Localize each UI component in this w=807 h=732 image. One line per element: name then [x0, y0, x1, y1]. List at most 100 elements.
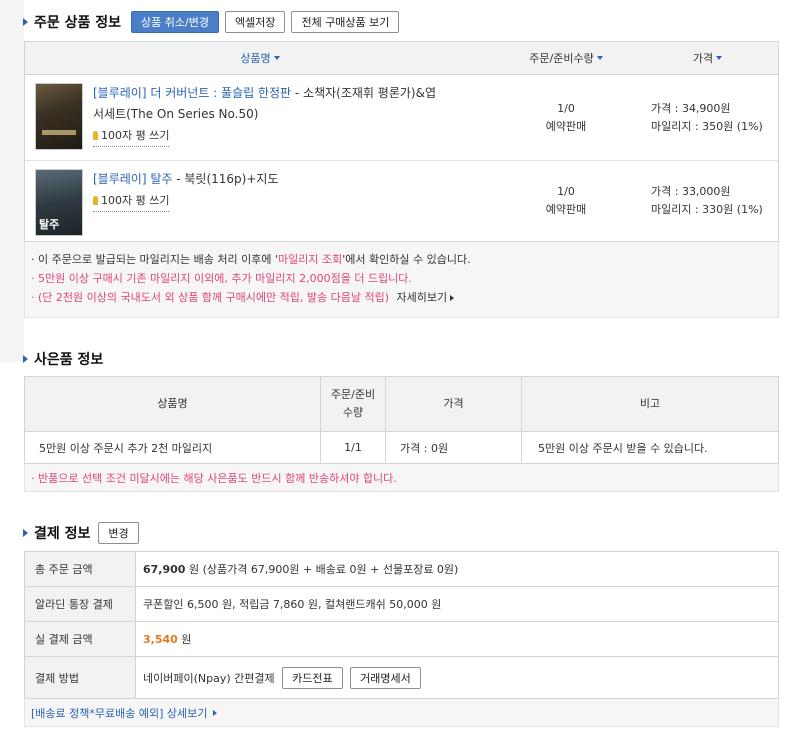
order-section-header: 주문 상품 정보 상품 취소/변경 엑셀저장 전체 구매상품 보기 — [23, 7, 779, 37]
qty-cell: 1/0 예약판매 — [495, 161, 637, 241]
payment-row-actual: 실 결제 금액 3,540 원 — [24, 621, 779, 657]
price-value: 가격 : 33,000원 — [651, 185, 731, 198]
total-amount: 67,900 — [143, 563, 186, 576]
price-value: 가격 : 34,900원 — [651, 101, 731, 115]
review-label: 100자 평 쓰기 — [101, 194, 170, 207]
header-price: 가격 — [692, 52, 714, 65]
gift-table: 상품명 주문/준비수량 가격 비고 5만원 이상 주문시 추가 2천 마일리지 … — [24, 376, 779, 464]
order-items-table: 상품명 주문/준비수량 가격 [블루레이] 더 커버넌트 : 풀슬립 한정판 -… — [24, 41, 779, 242]
header-qty: 주문/준비수량 — [320, 376, 386, 432]
header-note: 비고 — [521, 376, 779, 432]
payment-change-button[interactable]: 변경 — [98, 522, 139, 544]
total-detail: 원 (상품가격 67,900원 + 배송료 0원 + 선물포장료 0원) — [185, 563, 459, 576]
actual-amount: 3,540 — [143, 633, 178, 646]
sort-caret-icon — [716, 56, 723, 60]
cancel-change-button[interactable]: 상품 취소/변경 — [131, 11, 219, 33]
gift-qty: 1/1 — [320, 431, 386, 464]
gift-return-notice: · 반품으로 선택 조건 미달시에는 해당 사은품도 반드시 함께 반송하셔야 … — [24, 464, 779, 492]
method-text: 네이버페이(Npay) 간편결제 — [143, 671, 275, 685]
note-line: · (단 2천원 이상의 국내도서 외 상품 함께 구매시에만 적립, 발송 다… — [31, 288, 778, 307]
cover-image — [35, 83, 83, 150]
card-receipt-button[interactable]: 카드전표 — [282, 666, 343, 689]
actual-label: 실 결제 금액 — [24, 621, 136, 657]
mileage-value: 마일리지 : 350원 (1%) — [651, 119, 763, 133]
bulb-icon — [93, 196, 98, 205]
total-label: 총 주문 금액 — [24, 551, 136, 587]
product-desc-cont: 서세트(The On Series No.50) — [93, 107, 259, 121]
header-qty: 주문/준비수량 — [529, 52, 594, 65]
shipping-policy-link[interactable]: [배송료 정책*무료배송 예외] 상세보기 — [24, 699, 779, 727]
gift-section-header: 사은품 정보 — [23, 344, 779, 374]
note-text: '에서 확인하실 수 있습니다. — [342, 253, 471, 266]
gift-table-header: 상품명 주문/준비수량 가격 비고 — [24, 376, 779, 432]
review-link[interactable]: 100자 평 쓰기 — [93, 190, 170, 212]
method-value: 네이버페이(Npay) 간편결제 카드전표 거래명세서 — [135, 656, 779, 699]
excel-save-button[interactable]: 엑셀저장 — [224, 11, 286, 33]
price-cell: 가격 : 34,900원 마일리지 : 350원 (1%) — [637, 75, 778, 160]
gift-section-title: 사은품 정보 — [34, 352, 104, 368]
sort-by-name[interactable]: 상품명 — [25, 42, 495, 74]
product-info: [블루레이] 탈주 - 북릿(116p)+지도 100자 평 쓰기 — [83, 161, 495, 241]
product-link[interactable]: [블루레이] 더 커버넌트 : 풀슬립 한정판 — [93, 86, 291, 100]
price-cell: 가격 : 33,000원 마일리지 : 330원 (1%) — [637, 161, 778, 241]
review-label: 100자 평 쓰기 — [101, 129, 170, 142]
left-gutter — [0, 0, 24, 362]
discount-label: 알라딘 통장 결제 — [24, 586, 136, 622]
transaction-statement-button[interactable]: 거래명세서 — [350, 666, 421, 689]
order-status: 예약판매 — [545, 119, 587, 133]
view-all-purchases-button[interactable]: 전체 구매상품 보기 — [291, 11, 400, 33]
header-name: 상품명 — [240, 52, 271, 65]
gift-price: 가격 : 0원 — [385, 431, 522, 464]
order-row: 탈주 [블루레이] 탈주 - 북릿(116p)+지도 100자 평 쓰기 1/0… — [25, 161, 778, 241]
actual-value: 3,540 원 — [135, 621, 779, 657]
qty-value: 1/0 — [557, 101, 575, 115]
product-link[interactable]: [블루레이] 탈주 — [93, 172, 172, 186]
gift-row: 5만원 이상 주문시 추가 2천 마일리지 1/1 가격 : 0원 5만원 이상… — [24, 431, 779, 464]
note-line: · 5만원 이상 구매시 기존 마일리지 이외에, 추가 마일리지 2,000점… — [31, 272, 412, 285]
product-thumbnail[interactable] — [25, 75, 83, 160]
note-text: · 이 주문으로 발급되는 마일리지는 배송 처리 이후에 ' — [31, 253, 279, 266]
mileage-lookup-link[interactable]: 마일리지 조회 — [278, 253, 342, 266]
header-qty-line2: 수량 — [342, 406, 364, 419]
payment-table: 총 주문 금액 67,900 원 (상품가격 67,900원 + 배송료 0원 … — [24, 551, 779, 699]
more-link[interactable]: 자세히보기 — [397, 291, 455, 304]
cover-title: 탈주 — [39, 218, 60, 231]
discount-value: 쿠폰할인 6,500 원, 적립금 7,860 원, 컬쳐랜드캐쉬 50,000… — [135, 586, 779, 622]
policy-label: [배송료 정책*무료배송 예외] 상세보기 — [31, 706, 208, 720]
arrow-right-icon — [450, 295, 455, 301]
order-status: 예약판매 — [545, 203, 587, 216]
review-link[interactable]: 100자 평 쓰기 — [93, 125, 170, 147]
payment-row-discount: 알라딘 통장 결제 쿠폰할인 6,500 원, 적립금 7,860 원, 컬쳐랜… — [24, 586, 779, 622]
sort-caret-icon — [596, 56, 603, 60]
product-desc: - 북릿(116p)+지도 — [172, 172, 279, 186]
more-label: 자세히보기 — [396, 291, 448, 304]
total-value: 67,900 원 (상품가격 67,900원 + 배송료 0원 + 선물포장료 … — [135, 551, 779, 587]
mileage-notes: · 이 주문으로 발급되는 마일리지는 배송 처리 이후에 '마일리지 조회'에… — [24, 242, 779, 318]
mileage-value: 마일리지 : 330원 (1%) — [651, 203, 763, 216]
product-thumbnail[interactable]: 탈주 — [25, 161, 83, 241]
qty-cell: 1/0 예약판매 — [495, 75, 637, 160]
note-line: · 이 주문으로 발급되는 마일리지는 배송 처리 이후에 '마일리지 조회'에… — [31, 250, 778, 269]
header-qty-line1: 주문/준비 — [330, 388, 376, 401]
gift-note: 5만원 이상 주문시 받을 수 있습니다. — [521, 431, 779, 464]
method-label: 결제 방법 — [24, 656, 136, 699]
bulb-icon — [93, 131, 98, 140]
qty-value: 1/0 — [557, 185, 575, 198]
payment-section-header: 결제 정보 변경 — [23, 518, 779, 548]
sort-by-price[interactable]: 가격 — [637, 42, 778, 74]
section-bullet-icon — [23, 529, 28, 537]
order-row: [블루레이] 더 커버넌트 : 풀슬립 한정판 - 소책자(조재휘 평론가)&엽… — [25, 75, 778, 161]
cover-image: 탈주 — [35, 169, 83, 236]
payment-row-total: 총 주문 금액 67,900 원 (상품가격 67,900원 + 배송료 0원 … — [24, 551, 779, 587]
section-bullet-icon — [23, 355, 28, 363]
order-section-title: 주문 상품 정보 — [34, 15, 122, 31]
product-info: [블루레이] 더 커버넌트 : 풀슬립 한정판 - 소책자(조재휘 평론가)&엽… — [83, 75, 495, 160]
note-text: · (단 2천원 이상의 국내도서 외 상품 함께 구매시에만 적립, 발송 다… — [31, 291, 390, 304]
header-price: 가격 — [385, 376, 522, 432]
sort-caret-icon — [273, 56, 280, 60]
actual-unit: 원 — [177, 633, 192, 646]
gift-name: 5만원 이상 주문시 추가 2천 마일리지 — [24, 431, 321, 464]
arrow-right-icon — [213, 709, 218, 716]
sort-by-qty[interactable]: 주문/준비수량 — [495, 42, 637, 74]
header-name: 상품명 — [24, 376, 321, 432]
